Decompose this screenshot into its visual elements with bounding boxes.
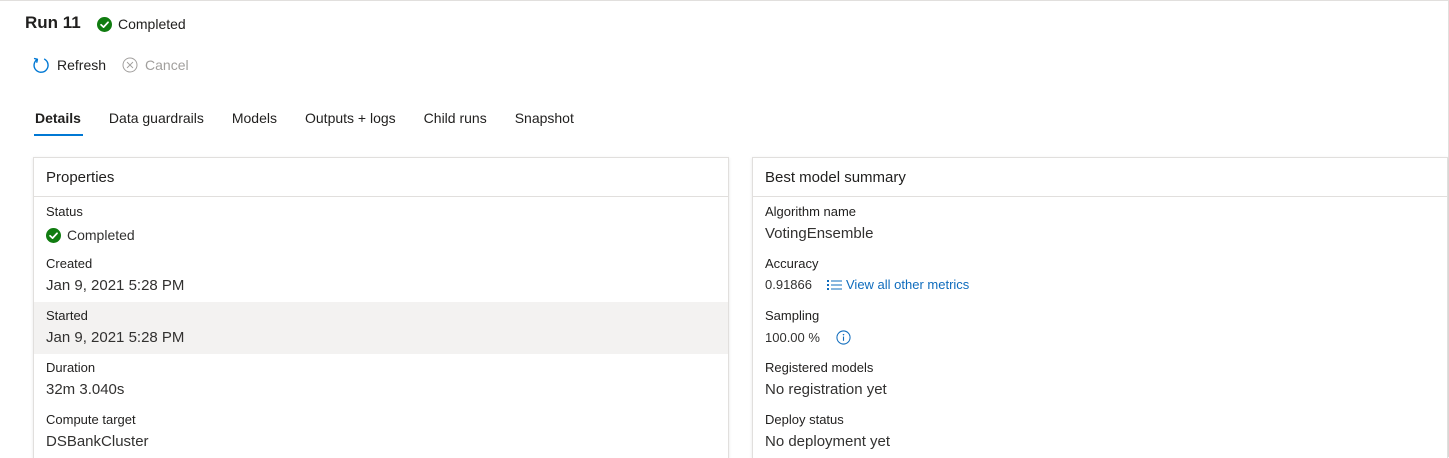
best-model-summary-card: Best model summary Algorithm name Voting…	[752, 157, 1448, 458]
tab-models[interactable]: Models	[232, 110, 277, 136]
duration-field: Duration 32m 3.040s	[34, 354, 728, 406]
sampling-value: 100.00 %	[765, 330, 820, 345]
cancel-label: Cancel	[145, 57, 189, 73]
status-value-row: Completed	[46, 227, 135, 243]
deploy-status-field: Deploy status No deployment yet	[753, 406, 1447, 458]
tab-details[interactable]: Details	[34, 110, 83, 136]
check-circle-icon	[46, 227, 61, 243]
deploy-status-label: Deploy status	[765, 412, 844, 427]
accuracy-value-row: 0.91866 View all other metrics	[765, 277, 969, 292]
registered-models-value: No registration yet	[765, 381, 887, 398]
status-label: Status	[46, 204, 83, 219]
run-status-label: Completed	[118, 16, 186, 32]
check-circle-icon	[97, 16, 112, 32]
run-status-badge: Completed	[97, 16, 186, 32]
toolbar: Refresh Cancel	[32, 56, 189, 74]
sampling-label: Sampling	[765, 308, 820, 323]
started-field: Started Jan 9, 2021 5:28 PM	[34, 302, 728, 354]
accuracy-field: Accuracy 0.91866 View all other metrics	[753, 250, 1447, 302]
accuracy-value: 0.91866	[765, 277, 812, 292]
duration-label: Duration	[46, 360, 96, 375]
summary-title: Best model summary	[753, 158, 1447, 197]
deploy-status-value: No deployment yet	[765, 433, 891, 450]
created-label: Created	[46, 256, 93, 271]
algorithm-link[interactable]: VotingEnsemble	[765, 225, 873, 242]
sampling-value-row: 100.00 %	[765, 330, 851, 345]
algorithm-field: Algorithm name VotingEnsemble	[753, 198, 1447, 250]
registered-models-label: Registered models	[765, 360, 874, 375]
refresh-button[interactable]: Refresh	[32, 56, 106, 74]
compute-target-label: Compute target	[46, 412, 136, 427]
refresh-label: Refresh	[57, 57, 107, 73]
properties-title: Properties	[34, 158, 728, 197]
view-all-metrics-link[interactable]: View all other metrics	[846, 277, 969, 292]
cancel-button[interactable]: Cancel	[122, 57, 189, 73]
accuracy-label: Accuracy	[765, 256, 819, 271]
started-value: Jan 9, 2021 5:28 PM	[46, 329, 185, 346]
tab-bar: Details Data guardrails Models Outputs +…	[34, 110, 602, 136]
sampling-field: Sampling 100.00 %	[753, 302, 1447, 354]
info-icon[interactable]	[836, 330, 851, 345]
started-label: Started	[46, 308, 88, 323]
duration-value: 32m 3.040s	[46, 381, 125, 398]
bulleted-list-icon	[827, 279, 842, 290]
page-title: Run 11	[25, 13, 81, 32]
properties-card: Properties Status Completed Created Jan …	[33, 157, 729, 458]
window-top-border	[0, 0, 1449, 1]
tab-outputs-logs[interactable]: Outputs + logs	[305, 110, 396, 136]
tab-data-guardrails[interactable]: Data guardrails	[109, 110, 204, 136]
status-field: Status Completed	[34, 198, 728, 250]
algorithm-label: Algorithm name	[765, 204, 857, 219]
compute-target-field: Compute target DSBankCluster	[34, 406, 728, 458]
status-value: Completed	[67, 227, 135, 243]
registered-models-field: Registered models No registration yet	[753, 354, 1447, 406]
cancel-icon	[122, 57, 138, 73]
tab-child-runs[interactable]: Child runs	[424, 110, 487, 136]
created-value: Jan 9, 2021 5:28 PM	[46, 277, 185, 294]
created-field: Created Jan 9, 2021 5:28 PM	[34, 250, 728, 302]
refresh-icon	[33, 57, 49, 73]
compute-target-link[interactable]: DSBankCluster	[46, 433, 149, 450]
tab-snapshot[interactable]: Snapshot	[515, 110, 574, 136]
